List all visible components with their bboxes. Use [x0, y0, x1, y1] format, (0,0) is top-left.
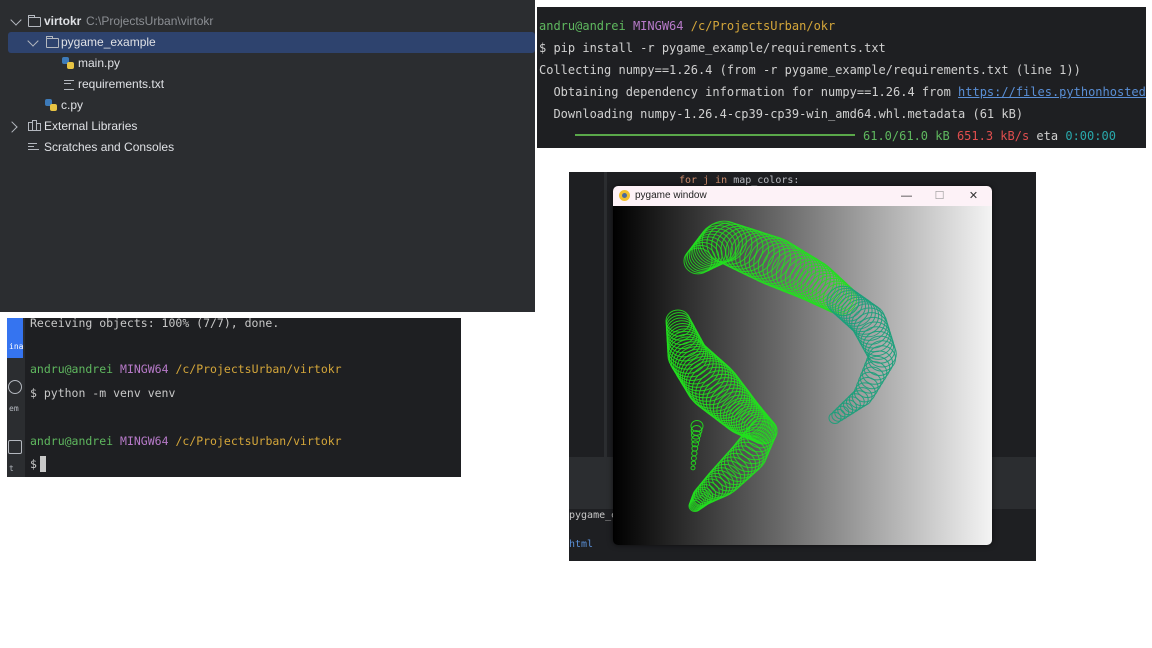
prompt-path: /c/ProjectsUrban/virtokr	[175, 362, 342, 376]
folder-icon	[28, 15, 41, 27]
tree-item-label: External Libraries	[44, 119, 138, 133]
tree-item-c-py[interactable]: c.py	[0, 95, 535, 116]
folder-icon	[46, 36, 59, 48]
download-progress-bar	[575, 134, 855, 136]
prompt-shell: MINGW64	[632, 19, 684, 33]
code-line: for j in map_colors:	[679, 175, 799, 186]
terminal-prompt: andru@andrei MINGW64 /c/ProjectsUrban/vi…	[30, 362, 342, 376]
terminal-tab[interactable]: inal	[7, 318, 23, 358]
clock-icon[interactable]	[8, 380, 22, 394]
tree-root-path: C:\ProjectsUrban\virtokr	[86, 14, 214, 28]
obtaining-text: Obtaining dependency information for num…	[539, 85, 959, 99]
close-button[interactable]: ✕	[957, 186, 990, 206]
download-size: 61.0/61.0 kB	[863, 129, 950, 143]
library-icon	[28, 120, 41, 131]
terminal-command: $ python -m venv venv	[30, 386, 176, 400]
terminal-input-line[interactable]: $	[30, 456, 46, 472]
window-title: pygame window	[635, 190, 707, 201]
prompt-shell: MINGW64	[120, 362, 169, 376]
tool-window-strip: inal em t	[7, 318, 25, 477]
terminal-output-line: Downloading numpy-1.26.4-cp39-cp39-win_a…	[539, 107, 1024, 121]
pygame-window[interactable]: pygame window — ☐ ✕	[613, 186, 992, 545]
prompt-path: /c/ProjectsUrban/okr	[690, 19, 836, 33]
tree-item-label: main.py	[78, 56, 121, 70]
text-file-icon	[64, 80, 74, 90]
tree-item-label: Scratches and Consoles	[44, 140, 175, 154]
download-eta: 0:00:00	[1065, 129, 1116, 143]
tree-item-scratches[interactable]: Scratches and Consoles	[0, 137, 535, 158]
ring-mark	[690, 455, 697, 461]
pythonhosted-link[interactable]: https://files.pythonhosted.or	[958, 85, 1146, 99]
code-keyword: for j in	[679, 175, 734, 186]
terminal-prompt-symbol: $	[30, 457, 37, 471]
download-speed: 651.3 kB/s	[956, 129, 1030, 143]
tree-item-pygame-example[interactable]: pygame_example	[8, 32, 535, 53]
ring-mark	[727, 441, 764, 476]
terminal-output-line: Collecting numpy==1.26.4 (from -r pygame…	[539, 63, 1081, 77]
ring-mark	[723, 445, 760, 479]
prompt-path: /c/ProjectsUrban/virtokr	[175, 434, 342, 448]
pygame-title-bar[interactable]: pygame window — ☐ ✕	[613, 186, 992, 206]
ring-mark	[831, 408, 846, 422]
tree-item-label: pygame_example	[61, 35, 156, 49]
chevron-down-icon[interactable]	[10, 14, 22, 26]
terminal-command: $ pip install -r pygame_example/requirem…	[539, 41, 886, 55]
tree-item-external-libraries[interactable]: External Libraries	[0, 116, 535, 137]
terminal-output-line: Obtaining dependency information for num…	[539, 85, 1146, 99]
scratches-icon	[28, 142, 40, 152]
tree-item-requirements[interactable]: requirements.txt	[0, 74, 535, 95]
prompt-user: andru@andrei	[539, 19, 626, 33]
code-text: map_colors:	[733, 175, 800, 186]
prompt-shell: MINGW64	[120, 434, 169, 448]
bash-terminal[interactable]: inal em t Receiving objects: 100% (7/7),…	[7, 318, 461, 477]
terminal-tab-label: inal	[9, 342, 23, 351]
ring-mark	[720, 449, 757, 482]
terminal-prompt: andru@andrei MINGW64 /c/ProjectsUrban/ok…	[539, 19, 835, 33]
text-cursor	[39, 456, 46, 472]
terminal-output-line: Receiving objects: 100% (7/7), done.	[30, 318, 280, 330]
eta-label: eta	[1036, 129, 1059, 143]
tree-root-name: virtokr	[44, 14, 82, 28]
terminal-prompt: andru@andrei MINGW64 /c/ProjectsUrban/vi…	[30, 434, 342, 448]
pin-icon[interactable]	[8, 440, 22, 454]
ide-panel-link: html	[569, 539, 594, 550]
ring-mark	[690, 460, 697, 466]
download-progress-line: 61.0/61.0 kB 651.3 kB/s eta 0:00:00	[575, 129, 1116, 143]
pygame-logo-icon	[619, 190, 630, 201]
side-label: t	[9, 464, 14, 473]
ring-mark	[690, 465, 696, 471]
project-tree-panel: virtokr C:\ProjectsUrban\virtokr pygame_…	[0, 0, 535, 312]
ring-trails	[665, 220, 897, 513]
ring-mark	[698, 373, 748, 419]
pygame-canvas[interactable]	[613, 206, 992, 545]
ring-mark	[691, 450, 698, 457]
python-file-icon	[45, 99, 57, 111]
maximize-button[interactable]: ☐	[923, 186, 956, 206]
minimize-button[interactable]: —	[890, 186, 923, 206]
side-label: em	[9, 404, 19, 413]
tree-item-root[interactable]: virtokr C:\ProjectsUrban\virtokr	[0, 11, 535, 32]
chevron-right-icon[interactable]	[6, 121, 18, 133]
pip-terminal[interactable]: andru@andrei MINGW64 /c/ProjectsUrban/ok…	[537, 7, 1146, 148]
tree-item-label: requirements.txt	[78, 77, 165, 91]
tree-item-main-py[interactable]: main.py	[0, 53, 535, 74]
prompt-user: andru@andrei	[30, 362, 114, 376]
editor-gutter	[604, 172, 607, 457]
python-file-icon	[62, 57, 74, 69]
ide-panel-text: pygame_e	[569, 510, 618, 521]
tree-item-label: c.py	[61, 98, 84, 112]
prompt-user: andru@andrei	[30, 434, 114, 448]
chevron-down-icon[interactable]	[27, 35, 39, 47]
